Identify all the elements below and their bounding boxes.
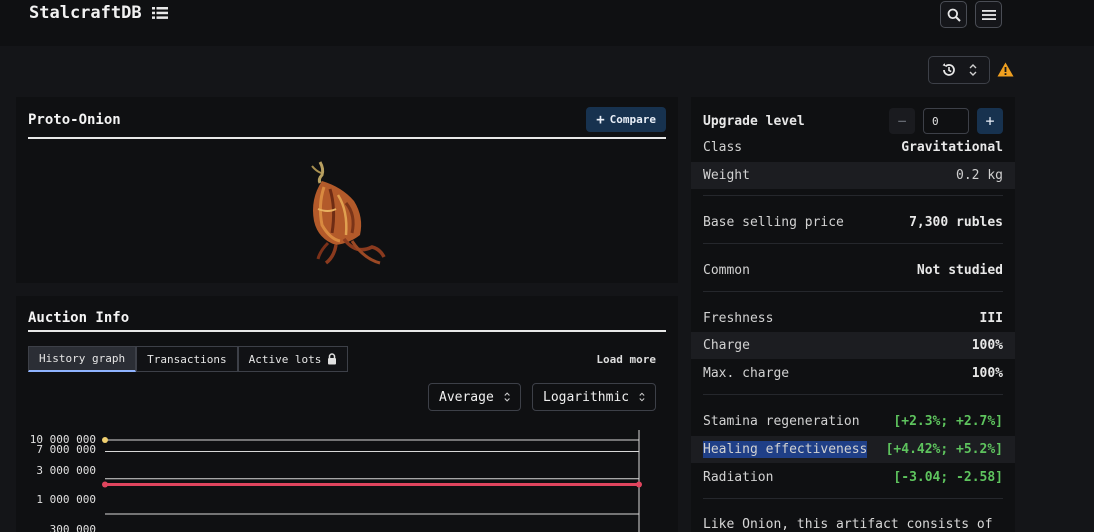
- item-title: Proto-Onion: [28, 112, 121, 128]
- divider: [703, 394, 1003, 395]
- history-chart[interactable]: [16, 426, 678, 532]
- upgrade-level-input[interactable]: 0: [923, 108, 969, 134]
- stat-label: Freshness: [703, 311, 774, 326]
- stat-row-base-price: Base selling price 7,300 rubles: [691, 209, 1015, 236]
- stat-label: Class: [703, 140, 743, 155]
- stat-label: Max. charge: [703, 366, 790, 381]
- divider: [703, 498, 1003, 499]
- top-bar: StalcraftDB: [0, 0, 1094, 46]
- stat-value: [-3.04; -2.58]: [893, 470, 1003, 485]
- stat-label: Charge: [703, 338, 750, 353]
- upgrade-stepper: − 0 +: [889, 108, 1003, 134]
- divider: [703, 291, 1003, 292]
- stat-label: Radiation: [703, 470, 774, 485]
- stat-value: 100%: [971, 366, 1003, 381]
- chevron-updown-icon: [504, 392, 510, 402]
- history-icon: [942, 63, 955, 76]
- tab-history-graph[interactable]: History graph: [28, 346, 137, 372]
- scale-select[interactable]: Logarithmic: [532, 383, 656, 411]
- stat-label: Stamina regeneration: [703, 414, 860, 429]
- stat-row-weight: Weight 0.2 kg: [691, 162, 1015, 189]
- sort-icon: [969, 64, 977, 76]
- stat-row-max-charge: Max. charge 100%: [691, 360, 1015, 387]
- stat-row-charge: Charge 100%: [691, 332, 1015, 359]
- data-point[interactable]: [102, 481, 108, 488]
- stat-label: Healing effectiveness: [703, 441, 868, 458]
- decrement-button[interactable]: −: [889, 108, 915, 134]
- tab-history-graph-label: History graph: [39, 352, 126, 365]
- plus-icon: +: [596, 111, 605, 128]
- divider: [703, 195, 1003, 196]
- mode-select[interactable]: Average: [428, 383, 521, 411]
- item-panel: Proto-Onion + Compare: [16, 97, 678, 283]
- search-button[interactable]: [940, 1, 967, 28]
- stat-row-healing: Healing effectiveness [+4.42%; +5.2%]: [691, 436, 1015, 463]
- chevron-updown-icon: [639, 392, 645, 402]
- search-icon: [947, 8, 961, 22]
- tab-active-lots-label: Active lots: [248, 352, 322, 366]
- scale-select-value: Logarithmic: [543, 389, 630, 405]
- stat-row-radiation: Radiation [-3.04; -2.58]: [691, 464, 1015, 491]
- tab-active-lots[interactable]: Active lots: [237, 346, 349, 372]
- increment-button[interactable]: +: [977, 108, 1003, 134]
- app-title: StalcraftDB: [29, 3, 142, 23]
- compare-button[interactable]: + Compare: [586, 107, 666, 132]
- menu-button[interactable]: [975, 1, 1002, 28]
- proto-onion-image: [311, 161, 386, 265]
- stat-value: Gravitational: [901, 140, 1003, 155]
- compare-label: Compare: [609, 113, 656, 126]
- stat-label: Base selling price: [703, 215, 844, 230]
- upgrade-level-label: Upgrade level: [703, 113, 805, 129]
- version-history-select[interactable]: [928, 56, 990, 84]
- stat-value: 0.2 kg: [956, 168, 1003, 183]
- stat-value: [+2.3%; +2.7%]: [893, 414, 1003, 429]
- item-description: Like Onion, this artifact consists of: [703, 517, 993, 532]
- list-icon: [151, 7, 168, 19]
- auction-panel: Auction Info History graph Transactions …: [16, 296, 678, 532]
- tab-transactions-label: Transactions: [147, 352, 227, 366]
- stat-row-class: Class Gravitational: [691, 134, 1015, 161]
- title-divider: [28, 137, 666, 139]
- stat-row-freshness: Freshness III: [691, 305, 1015, 332]
- stat-value: [+4.42%; +5.2%]: [885, 442, 1003, 457]
- stat-label: Common: [703, 263, 750, 278]
- tab-transactions[interactable]: Transactions: [136, 346, 238, 372]
- stat-value: Not studied: [916, 263, 1003, 278]
- data-point[interactable]: [636, 481, 642, 488]
- stat-label: Weight: [703, 168, 750, 183]
- warning-icon[interactable]: [997, 62, 1014, 77]
- app-logo[interactable]: StalcraftDB: [29, 3, 168, 23]
- auction-divider: [28, 330, 666, 332]
- stat-row-common: Common Not studied: [691, 257, 1015, 284]
- stat-value: 100%: [971, 338, 1003, 353]
- mode-select-value: Average: [439, 389, 494, 405]
- auction-tabs: History graph Transactions Active lots: [28, 346, 349, 372]
- data-point[interactable]: [102, 437, 108, 443]
- stats-panel: Upgrade level − 0 + Class Gravitational …: [691, 97, 1015, 532]
- lock-icon: [328, 353, 337, 365]
- load-more-link[interactable]: Load more: [596, 353, 656, 366]
- auction-title: Auction Info: [28, 310, 130, 326]
- divider: [703, 243, 1003, 244]
- menu-icon: [981, 9, 996, 20]
- stat-value: 7,300 rubles: [909, 215, 1003, 230]
- stat-row-stamina: Stamina regeneration [+2.3%; +2.7%]: [691, 408, 1015, 435]
- stat-value: III: [979, 311, 1003, 326]
- upgrade-level-row: Upgrade level − 0 +: [691, 108, 1015, 134]
